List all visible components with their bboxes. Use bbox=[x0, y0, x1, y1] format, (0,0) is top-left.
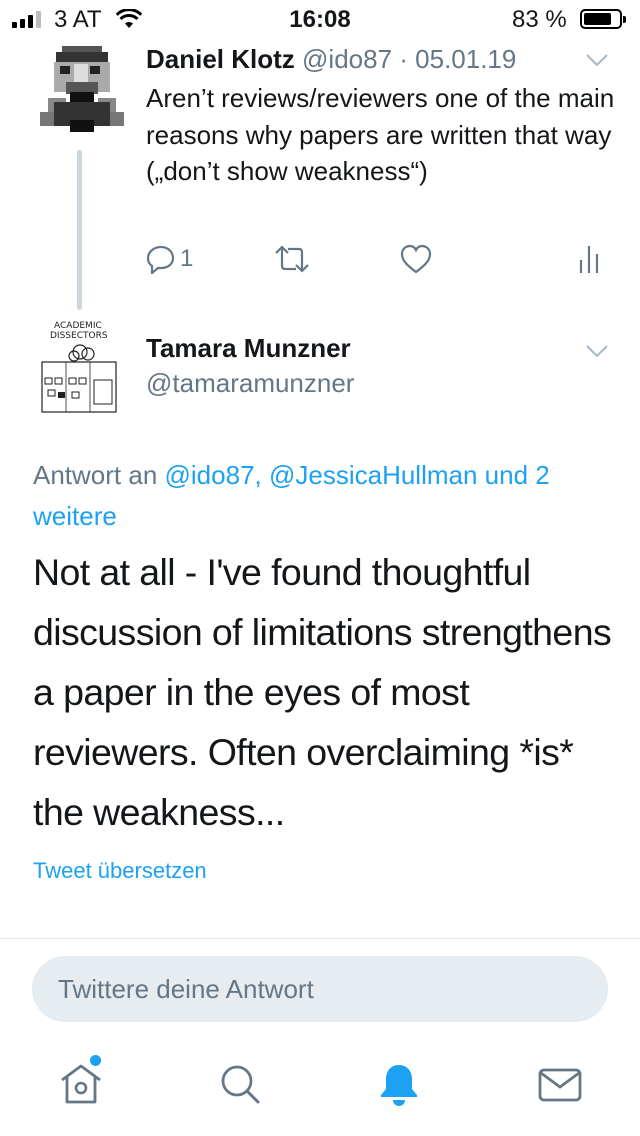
handle-and-date: @ido87 · 05.01.19 bbox=[302, 44, 517, 74]
replying-to-label: Antwort an bbox=[33, 460, 165, 490]
chevron-down-icon[interactable] bbox=[586, 53, 608, 67]
analytics-button[interactable] bbox=[578, 244, 600, 274]
messages-icon bbox=[536, 1060, 586, 1110]
reply-icon bbox=[146, 244, 176, 274]
chevron-down-icon[interactable] bbox=[586, 344, 608, 358]
analytics-icon bbox=[578, 244, 600, 274]
reply-count: 1 bbox=[180, 245, 194, 272]
divider bbox=[0, 938, 640, 939]
author-name[interactable]: Tamara Munzner bbox=[146, 333, 351, 364]
tab-search[interactable] bbox=[216, 1060, 266, 1110]
reply-button[interactable]: 1 bbox=[146, 244, 193, 274]
tweet-text: Aren’t reviews/reviewers one of the main… bbox=[146, 83, 615, 186]
status-bar: 3 AT 16:08 83 % bbox=[0, 0, 640, 40]
replying-to: Antwort an @ido87, @JessicaHullman und 2… bbox=[33, 455, 623, 537]
author-handle[interactable]: @tamaramunzner bbox=[146, 368, 354, 399]
reply-input[interactable] bbox=[32, 956, 608, 1022]
retweet-icon bbox=[274, 244, 310, 274]
home-icon bbox=[58, 1060, 108, 1110]
avatar-daniel-klotz[interactable] bbox=[40, 42, 124, 136]
translate-tweet-link[interactable]: Tweet übersetzen bbox=[33, 858, 207, 884]
like-button[interactable] bbox=[400, 244, 432, 274]
search-icon bbox=[216, 1060, 266, 1110]
new-content-indicator bbox=[90, 1055, 101, 1066]
like-icon bbox=[400, 244, 432, 274]
tab-home[interactable] bbox=[58, 1060, 108, 1110]
svg-text:ACADEMIC: ACADEMIC bbox=[54, 321, 102, 331]
reply-input-container[interactable] bbox=[32, 956, 608, 1022]
svg-text:DISSECTORS: DISSECTORS bbox=[50, 331, 108, 341]
tab-notifications[interactable] bbox=[375, 1060, 425, 1110]
battery-icon bbox=[580, 9, 626, 29]
notifications-icon bbox=[375, 1060, 425, 1110]
retweet-button[interactable] bbox=[274, 244, 310, 274]
tweet-text: Not at all - I've found thoughtful discu… bbox=[33, 551, 612, 833]
author-name[interactable]: Daniel Klotz bbox=[146, 44, 295, 74]
tab-messages[interactable] bbox=[536, 1060, 586, 1110]
thread-connector-line bbox=[77, 150, 82, 310]
battery-percentage: 83 % bbox=[512, 6, 567, 33]
tweet-actions: 1 bbox=[146, 244, 616, 276]
tweet-header: Daniel Klotz @ido87 · 05.01.19 bbox=[146, 44, 516, 75]
avatar-tamara-munzner[interactable]: ACADEMIC DISSECTORS bbox=[36, 318, 124, 418]
